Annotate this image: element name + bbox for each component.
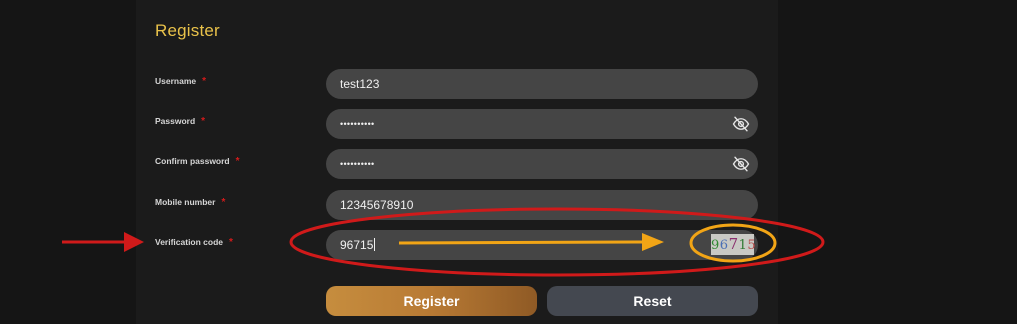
username-label-text: Username bbox=[155, 76, 197, 86]
mobile-number-label-text: Mobile number bbox=[155, 197, 216, 207]
red-pointer-arrow bbox=[62, 232, 144, 252]
verification-code-field[interactable]: 96715 96715 bbox=[326, 230, 758, 260]
verification-code-value: 96715 bbox=[340, 238, 376, 252]
confirm-password-label: Confirm password * bbox=[155, 156, 240, 167]
confirm-password-label-text: Confirm password bbox=[155, 156, 230, 166]
register-button[interactable]: Register bbox=[326, 286, 537, 316]
required-mark: * bbox=[229, 237, 233, 248]
verification-code-label: Verification code * bbox=[155, 237, 233, 248]
username-value: test123 bbox=[340, 77, 380, 91]
password-label: Password * bbox=[155, 116, 205, 127]
required-mark: * bbox=[202, 76, 207, 87]
captcha-digit: 7 bbox=[728, 235, 739, 253]
required-mark: * bbox=[201, 116, 206, 127]
mobile-number-field[interactable]: 12345678910 bbox=[326, 190, 758, 220]
text-caret bbox=[374, 238, 376, 251]
required-mark: * bbox=[221, 197, 226, 208]
mobile-number-value: 12345678910 bbox=[340, 198, 414, 212]
eye-off-icon[interactable] bbox=[732, 155, 750, 173]
captcha-digit: 6 bbox=[719, 238, 729, 253]
reset-button[interactable]: Reset bbox=[547, 286, 758, 316]
username-field[interactable]: test123 bbox=[326, 69, 758, 99]
mobile-number-label: Mobile number * bbox=[155, 197, 225, 208]
eye-off-icon[interactable] bbox=[732, 115, 750, 133]
confirm-password-value: •••••••••• bbox=[340, 159, 375, 169]
captcha-digit: 5 bbox=[747, 238, 757, 253]
verification-code-label-text: Verification code bbox=[155, 237, 224, 247]
verification-code-text: 96715 bbox=[340, 238, 374, 252]
register-page: Register Username * test123 Password * •••… bbox=[0, 0, 1017, 324]
captcha-image[interactable]: 96715 bbox=[711, 234, 757, 255]
username-label: Username * bbox=[155, 76, 206, 87]
password-value: •••••••••• bbox=[340, 119, 375, 129]
captcha-digit: 9 bbox=[711, 238, 720, 253]
required-mark: * bbox=[235, 156, 240, 167]
password-label-text: Password bbox=[155, 116, 196, 126]
page-title: Register bbox=[155, 21, 220, 40]
confirm-password-field[interactable]: •••••••••• bbox=[326, 149, 758, 179]
password-field[interactable]: •••••••••• bbox=[326, 109, 758, 139]
